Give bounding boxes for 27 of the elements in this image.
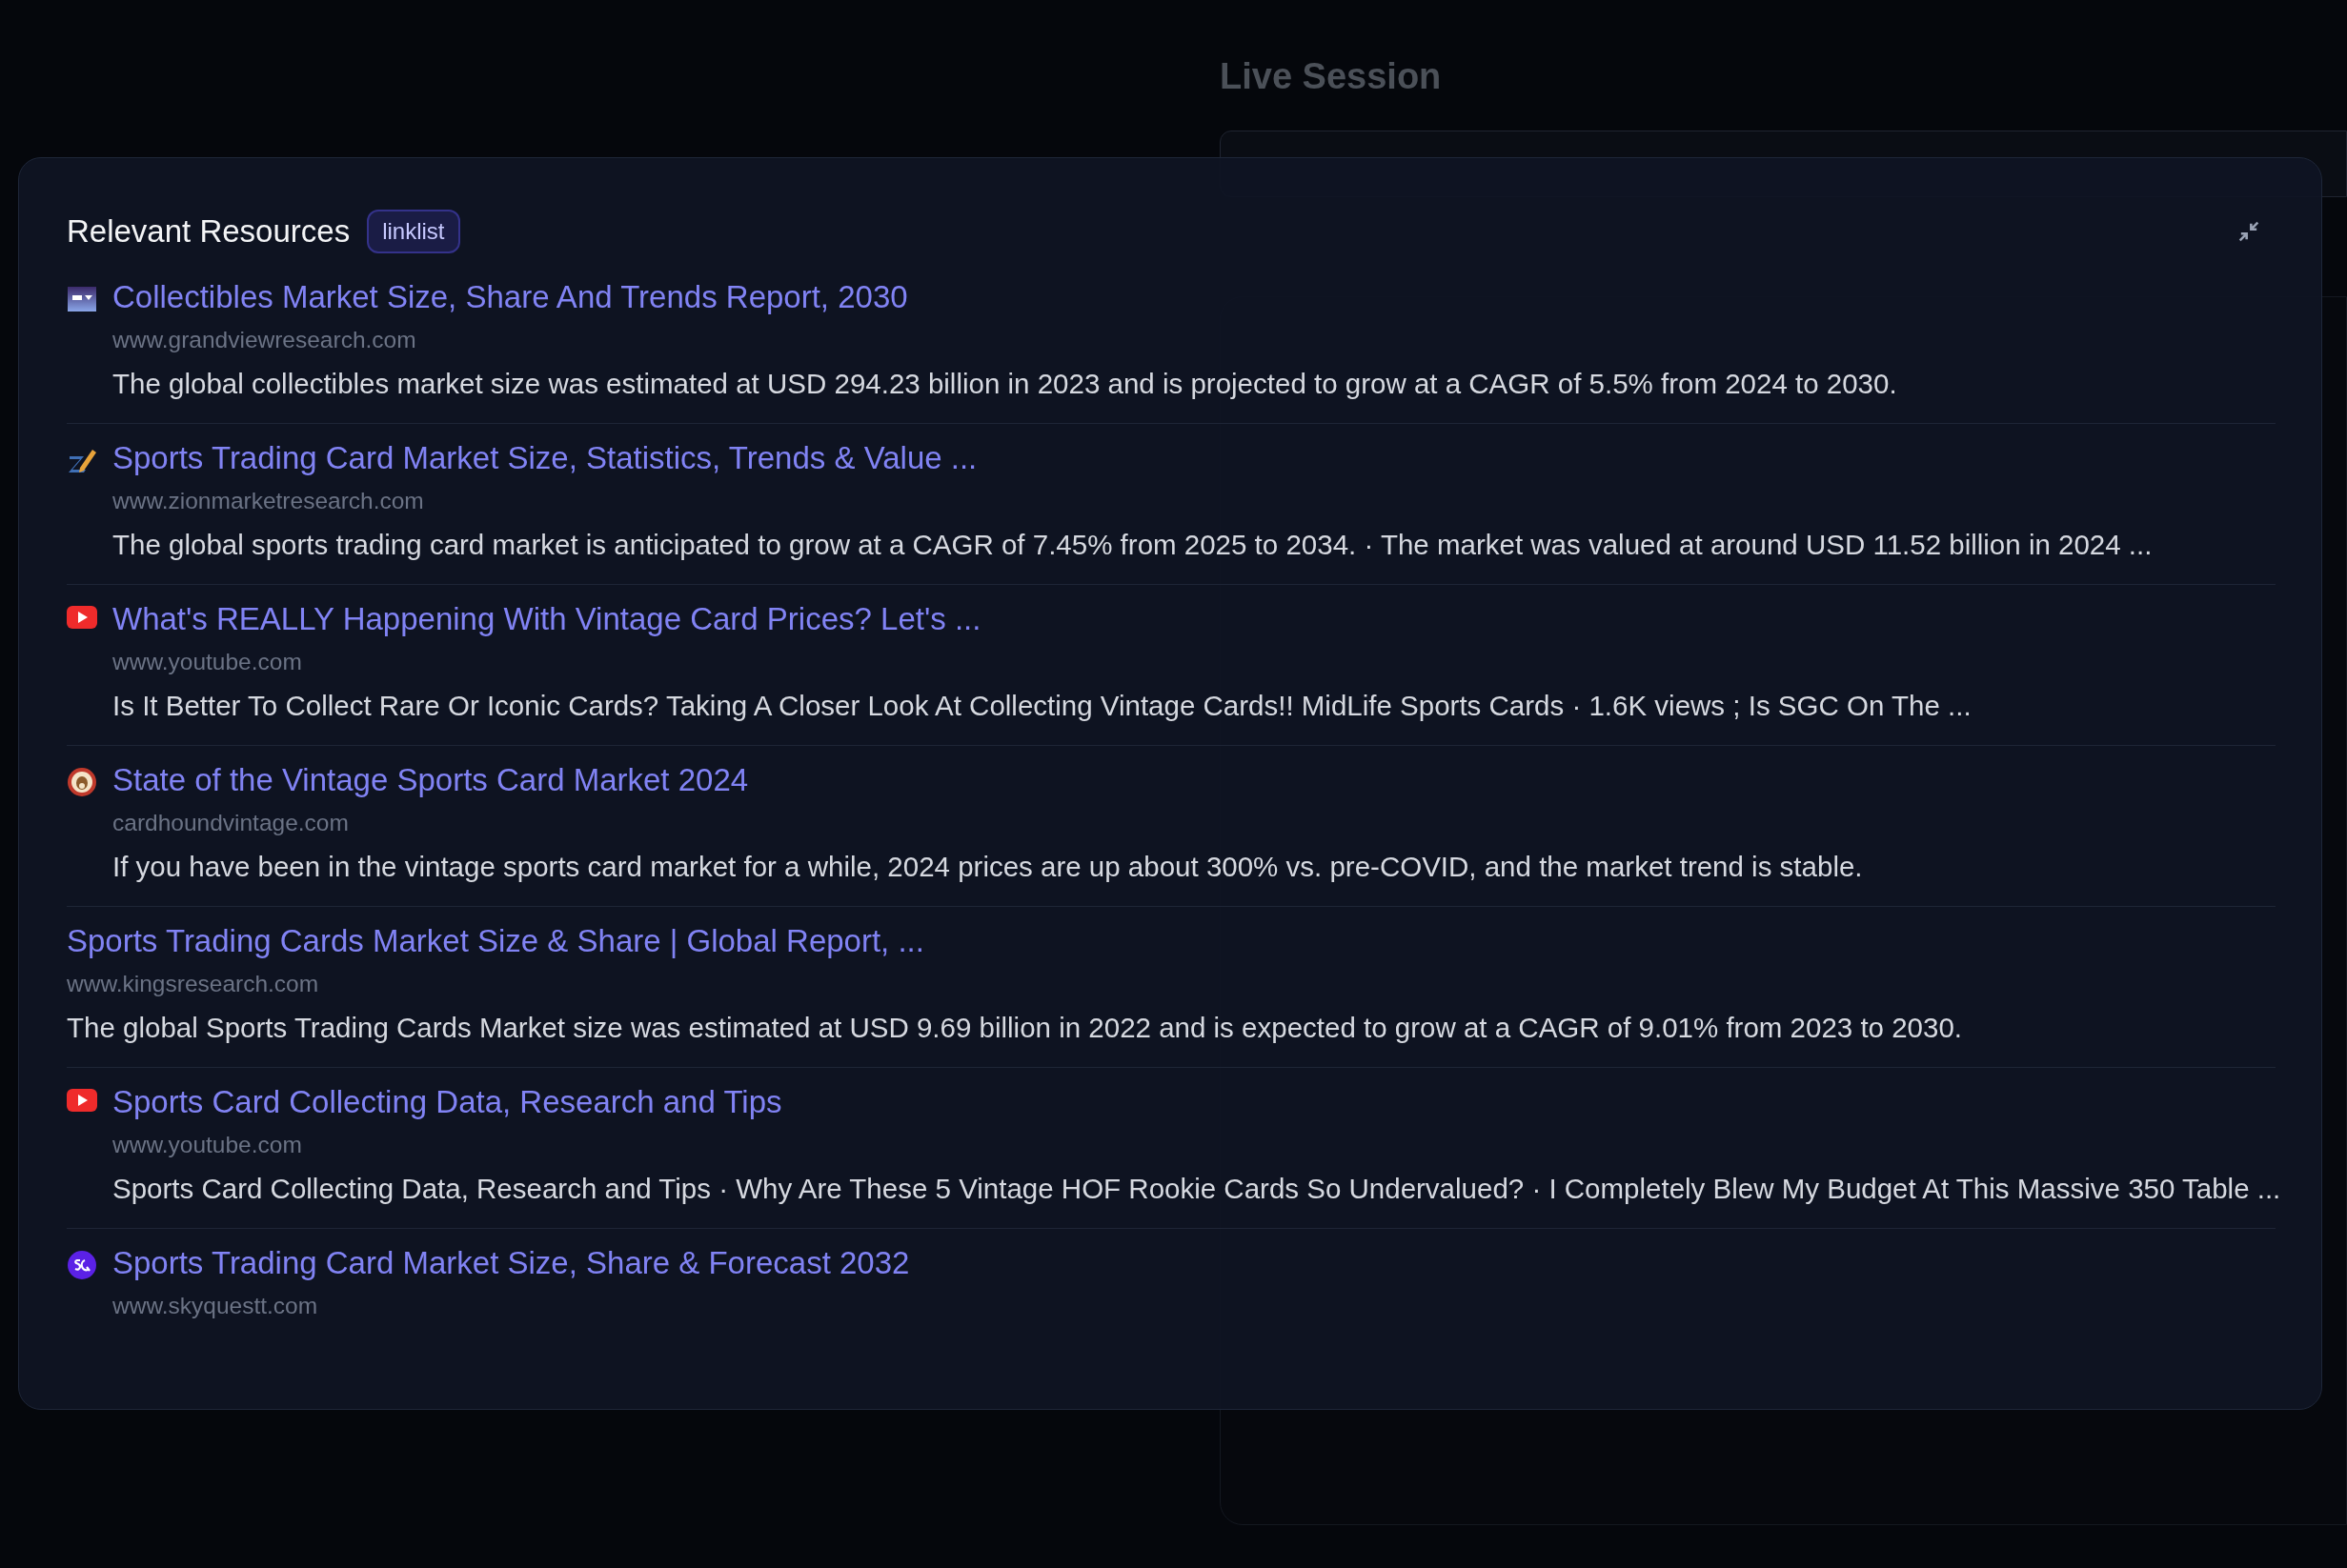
dog-badge-icon [67,766,97,797]
resource-domain: www.kingsresearch.com [67,969,320,998]
resource-link[interactable]: State of the Vintage Sports Card Market 2024 [112,756,1863,803]
play-icon [67,605,97,629]
linklist-badge: linklist [367,209,460,253]
dialog-title: Relevant Resources [67,212,351,251]
resource-snippet: The global sports trading card market is anticipated to grow at a CAGR of 7.45% from 2025 to 2034. · The market was valued at around USD 11.52 billion in 2024 ... [112,527,2153,562]
resource-link[interactable]: Sports Trading Card Market Size, Share & Forecast 2032 [112,1239,910,1286]
resource-snippet: If you have been in the vintage sports card market for a while, 2024 prices are up about 300% vs. pre-COVID, and the market trend is stable. [112,849,1863,884]
resource-domain: www.skyquestt.com [112,1291,319,1320]
resource-link[interactable]: What's REALLY Happening With Vintage Card Prices? Let's ... [112,595,1972,642]
resource-link[interactable]: Collectibles Market Size, Share And Trends Report, 2030 [112,273,1897,320]
resource-domain: www.youtube.com [112,647,303,676]
resource-snippet: The global collectibles market size was estimated at USD 294.23 billion in 2023 and is projected to grow at a CAGR of 5.5% from 2024 to 2030. [112,366,1897,401]
resource-snippet: Sports Card Collecting Data, Research and Tips · Why Are These 5 Vintage HOF Rookie Cards So Undervalued? · I Completely Blew My Budget At This Massive 350 Table ... [112,1171,2281,1206]
resource-domain: www.grandviewresearch.com [112,325,417,354]
resource-link[interactable]: Sports Card Collecting Data, Research and Tips [112,1078,2281,1125]
resource-domain: www.zionmarketresearch.com [112,486,425,515]
resource-snippet: The global Sports Trading Cards Market size was estimated at USD 9.69 billion in 2022 and is expected to grow at a CAGR of 9.01% from 2023 to 2030. [67,1010,1963,1045]
play-icon [67,1088,97,1112]
monogram-icon [67,1249,97,1280]
resource-link[interactable]: Sports Trading Card Market Size, Statistics, Trends & Value ... [112,434,2153,481]
resource-domain: cardhoundvintage.com [112,808,350,837]
resource-link[interactable]: Sports Trading Cards Market Size & Share | Global Report, ... [67,917,1963,964]
resource-domain: www.youtube.com [112,1130,303,1159]
panel-title: Live Session [1220,55,1443,98]
resource-snippet: Is It Better To Collect Rare Or Iconic Cards? Taking A Closer Look At Collecting Vintage Cards!! MidLife Sports Cards · 1.6K views ; Is SGC On The ... [112,688,1972,723]
